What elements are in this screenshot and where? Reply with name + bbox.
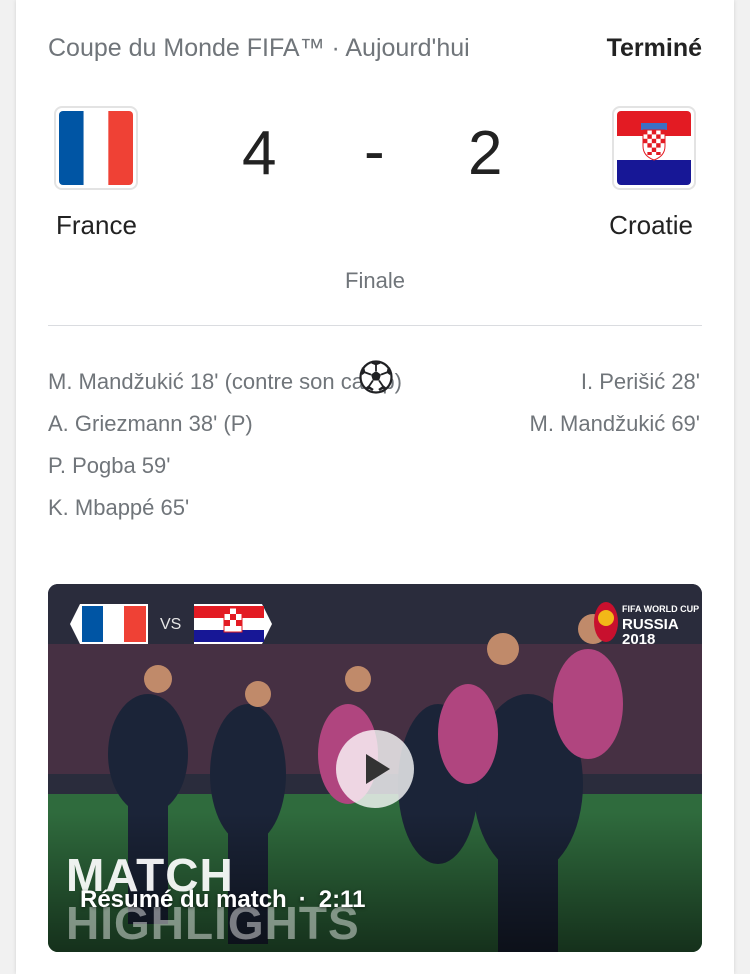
match-card: Coupe du Monde FIFA™ · Aujourd'hui Termi…	[16, 0, 734, 974]
score-separator: -	[364, 117, 385, 186]
scorer-item: A. Griezmann 38' (P)	[48, 411, 253, 436]
scorer-item: K. Mbappé 65'	[48, 495, 190, 520]
highlights-video[interactable]: VS FIFA WORLD CUP RUSSIA 2018 MATCH HIGH…	[48, 584, 702, 952]
match-header: Coupe du Monde FIFA™ · Aujourd'hui Termi…	[48, 34, 702, 70]
home-score: 4	[242, 119, 277, 188]
divider	[48, 325, 702, 326]
play-icon	[366, 754, 390, 784]
video-caption: Résumé du match · 2:11	[80, 886, 365, 914]
france-flag-icon[interactable]	[56, 108, 136, 188]
match-status: Terminé	[606, 34, 702, 62]
away-scorers-list: I. Perišić 28' M. Mandžukić 69'	[440, 366, 701, 450]
logo-line-3: 2018	[622, 631, 656, 648]
play-button[interactable]	[336, 730, 414, 808]
logo-line-1: FIFA WORLD CUP	[622, 604, 700, 614]
vs-label: VS	[160, 616, 182, 633]
croatia-flag-icon[interactable]	[614, 108, 694, 188]
scorer-item: M. Mandžukić 69'	[529, 411, 701, 436]
home-team-name[interactable]: France	[56, 210, 137, 241]
video-duration: 2:11	[318, 886, 366, 913]
competition-label[interactable]: Coupe du Monde FIFA™ · Aujourd'hui	[48, 34, 470, 63]
away-score: 2	[468, 119, 503, 188]
soccer-ball-icon	[359, 360, 393, 394]
scorer-item: I. Perišić 28'	[580, 369, 700, 394]
away-team-name[interactable]: Croatie	[609, 210, 693, 241]
video-title: Résumé du match	[80, 886, 287, 913]
match-round: Finale	[345, 268, 405, 293]
logo-line-2: RUSSIA	[622, 616, 679, 633]
caption-separator: ·	[298, 886, 307, 913]
world-cup-logo: FIFA WORLD CUP RUSSIA 2018	[622, 602, 699, 647]
scorer-item: P. Pogba 59'	[48, 453, 171, 478]
